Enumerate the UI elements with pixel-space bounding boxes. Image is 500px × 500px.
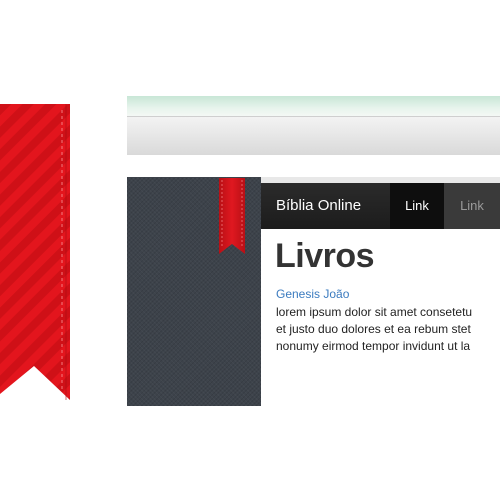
- page-title: Livros: [275, 237, 375, 275]
- brand-link[interactable]: Bíblia Online: [276, 183, 361, 229]
- paragraph-line: lorem ipsum dolor sit amet consetetu: [276, 305, 473, 319]
- nav-link-active[interactable]: Link: [390, 183, 444, 229]
- paragraph-line: nonumy eirmod tempor invidunt ut la: [276, 339, 471, 353]
- browser-chrome-bar: [127, 116, 500, 156]
- body-paragraph: lorem ipsum dolor sit amet consetetu et …: [276, 304, 500, 355]
- paragraph-line: et justo duo dolores et ea rebum stet: [276, 322, 471, 336]
- bookmark-ribbon-icon: [0, 104, 70, 400]
- top-glow: [127, 96, 500, 116]
- book-links: Genesis João: [276, 287, 349, 301]
- book-link-joao[interactable]: João: [323, 287, 349, 301]
- bookmark-ribbon-icon: [219, 178, 245, 254]
- browser-mockup: Bíblia Online Link Link Livros Genesis J…: [127, 96, 500, 406]
- nav-link[interactable]: Link: [444, 183, 500, 229]
- book-link-genesis[interactable]: Genesis: [276, 287, 320, 301]
- main-content: Livros Genesis João lorem ipsum dolor si…: [261, 229, 500, 406]
- navbar: Bíblia Online Link Link: [261, 183, 500, 229]
